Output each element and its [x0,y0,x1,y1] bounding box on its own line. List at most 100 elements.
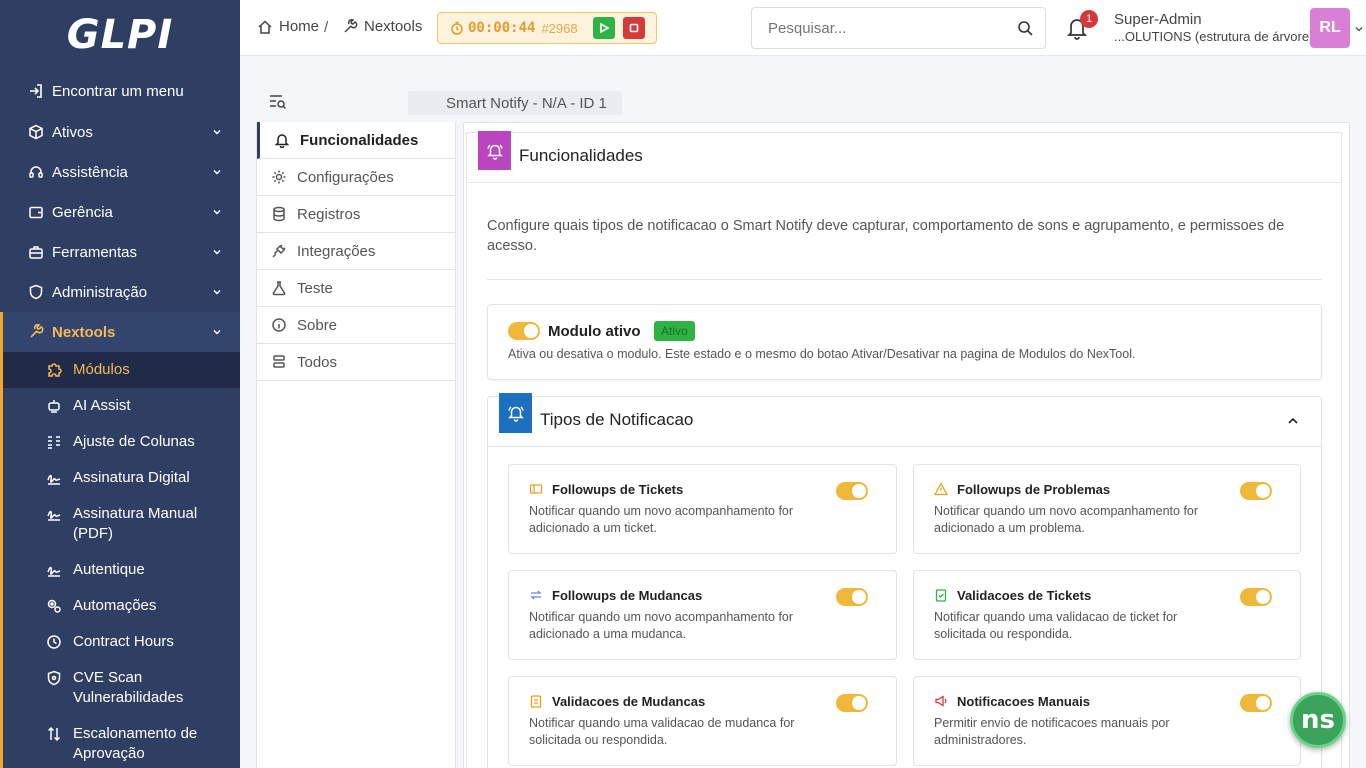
notification-types-card: Tipos de Notificacao Followups de Ticket… [487,393,1322,768]
tab-configuracoes[interactable]: Configurações [257,159,455,196]
arrows-up-down-icon [45,724,63,744]
megaphone-icon [935,695,947,707]
sidebar-subitem-automacoes[interactable]: Automações [3,588,240,624]
feature-toggle[interactable] [836,694,868,712]
play-icon [600,22,610,34]
chevron-down-icon[interactable] [1354,24,1364,34]
tools-icon [344,18,358,33]
panel-title: Funcionalidades [519,146,643,165]
ticket-timer: 00:00:44 #2968 [437,12,657,44]
bell-icon [274,134,290,148]
panel-description: Configure quais tipos de notificacao o S… [487,218,1285,254]
stopwatch-icon [451,21,463,35]
timer-time: 00:00:44 [468,20,536,36]
panel-card: Funcionalidades Configure quais tipos de… [466,131,1342,768]
sidebar-subitem-ajuste-colunas[interactable]: Ajuste de Colunas [3,424,240,460]
sidebar-subitem-autentique[interactable]: Autentique [3,552,240,588]
sidebar-subitem-modulos[interactable]: Módulos [3,352,240,388]
tab-sobre[interactable]: Sobre [257,307,455,344]
warning-icon [934,482,948,496]
user-entity: ...OLUTIONS (estrutura de árvore) [1114,29,1314,44]
find-menu-button[interactable]: Encontrar um menu [0,70,240,112]
tools-icon [28,324,44,340]
shield-check-icon [45,668,63,688]
breadcrumb-home[interactable]: Home [257,18,319,35]
sidebar: GLPI Encontrar um menu Ativos Assistênci… [0,0,240,768]
chevron-up-icon[interactable] [1287,415,1299,427]
gears-icon [45,596,63,616]
status-badge: Ativo [654,321,695,341]
flask-icon [272,281,286,296]
sidebar-subitem-ai-assist[interactable]: AI Assist [3,388,240,424]
sidebar-subitem-escalonamento[interactable]: Escalonamento de Aprovação [3,716,240,768]
stop-icon [629,23,639,33]
signature-icon [45,468,63,488]
feature-card: Validacoes de Mudancas Notificar quando … [508,676,897,766]
sidebar-item-nextools[interactable]: Nextools [0,312,240,352]
user-menu[interactable]: Super-Admin ...OLUTIONS (estrutura de ár… [1114,11,1313,45]
sign-in-icon [28,83,44,99]
sidebar-subitem-assinatura-manual[interactable]: Assinatura Manual (PDF) [3,496,240,552]
avatar[interactable]: RL [1310,8,1350,48]
feature-toggle[interactable] [1240,588,1272,606]
module-active-card: Modulo ativo Ativo Ativa ou desativa o m… [487,304,1322,380]
search-input[interactable] [768,19,1008,37]
chevron-down-icon [213,290,221,295]
module-active-description: Ativa ou desativa o modulo. Este estado … [508,347,1136,361]
sidebar-item-assistencia[interactable]: Assistência [0,152,240,192]
feature-toggle[interactable] [836,588,868,606]
signature-icon [45,504,63,524]
glpi-logo[interactable]: GLPI [0,0,240,70]
notification-types-header[interactable]: Tipos de Notificacao [488,393,1321,447]
divider [487,279,1322,280]
tab-integracoes[interactable]: Integrações [257,233,455,270]
shield-icon [28,284,44,300]
exchange-icon [530,590,542,600]
chevron-down-icon [213,170,221,175]
tab-registros[interactable]: Registros [257,196,455,233]
chevron-down-icon [213,210,221,215]
briefcase-icon [28,244,44,260]
tab-teste[interactable]: Teste [257,270,455,307]
nextools-assistant-button[interactable]: ns [1290,692,1346,748]
module-active-toggle[interactable] [508,322,540,340]
nextools-submenu: Módulos AI Assist Ajuste de Colunas Assi… [0,352,240,768]
feature-card: Followups de Problemas Notificar quando … [913,464,1301,554]
feature-card: Validacoes de Tickets Notificar quando u… [913,570,1301,660]
box-icon [28,124,44,140]
sidebar-subitem-assinatura-digital[interactable]: Assinatura Digital [3,460,240,496]
feature-toggle[interactable] [1240,482,1272,500]
database-icon [273,206,285,222]
feature-toggle[interactable] [836,482,868,500]
timer-stop-button[interactable] [623,17,645,39]
top-bar: Home / Nextools 00:00:44 #2968 1 Super-A… [240,0,1366,56]
ticket-icon [529,484,543,494]
columns-icon [45,432,63,452]
clock-icon [45,632,63,652]
sidebar-item-ferramentas[interactable]: Ferramentas [0,232,240,272]
sidebar-item-ativos[interactable]: Ativos [0,112,240,152]
wallet-icon [28,204,44,220]
clipboard-icon [530,695,542,708]
timer-play-button[interactable] [593,17,615,39]
feature-toggle[interactable] [1240,694,1272,712]
timer-ticket[interactable]: #2968 [541,21,577,36]
sidebar-subitem-cve-scan[interactable]: CVE Scan Vulnerabilidades [3,660,240,716]
toggle-tabs-icon[interactable] [268,93,287,111]
tabs-nav: Funcionalidades Configurações Registros … [256,122,456,768]
breadcrumb-nextools[interactable]: Nextools [342,18,422,35]
module-active-title: Modulo ativo [548,323,641,340]
sidebar-item-gerencia[interactable]: Gerência [0,192,240,232]
notification-badge: 1 [1080,10,1098,28]
clipboard-check-icon [935,589,947,602]
item-title: Smart Notify - N/A - ID 1 [408,91,622,115]
tab-funcionalidades[interactable]: Funcionalidades [257,122,455,159]
notification-types-title: Tipos de Notificacao [540,410,694,429]
panel-header: Funcionalidades [467,131,1341,183]
search-icon[interactable] [1017,20,1033,36]
sidebar-subitem-contract-hours[interactable]: Contract Hours [3,624,240,660]
sidebar-item-administracao[interactable]: Administração [0,272,240,312]
breadcrumb-separator: / [324,19,329,36]
plug-icon [272,244,286,258]
tab-todos[interactable]: Todos [257,344,455,381]
